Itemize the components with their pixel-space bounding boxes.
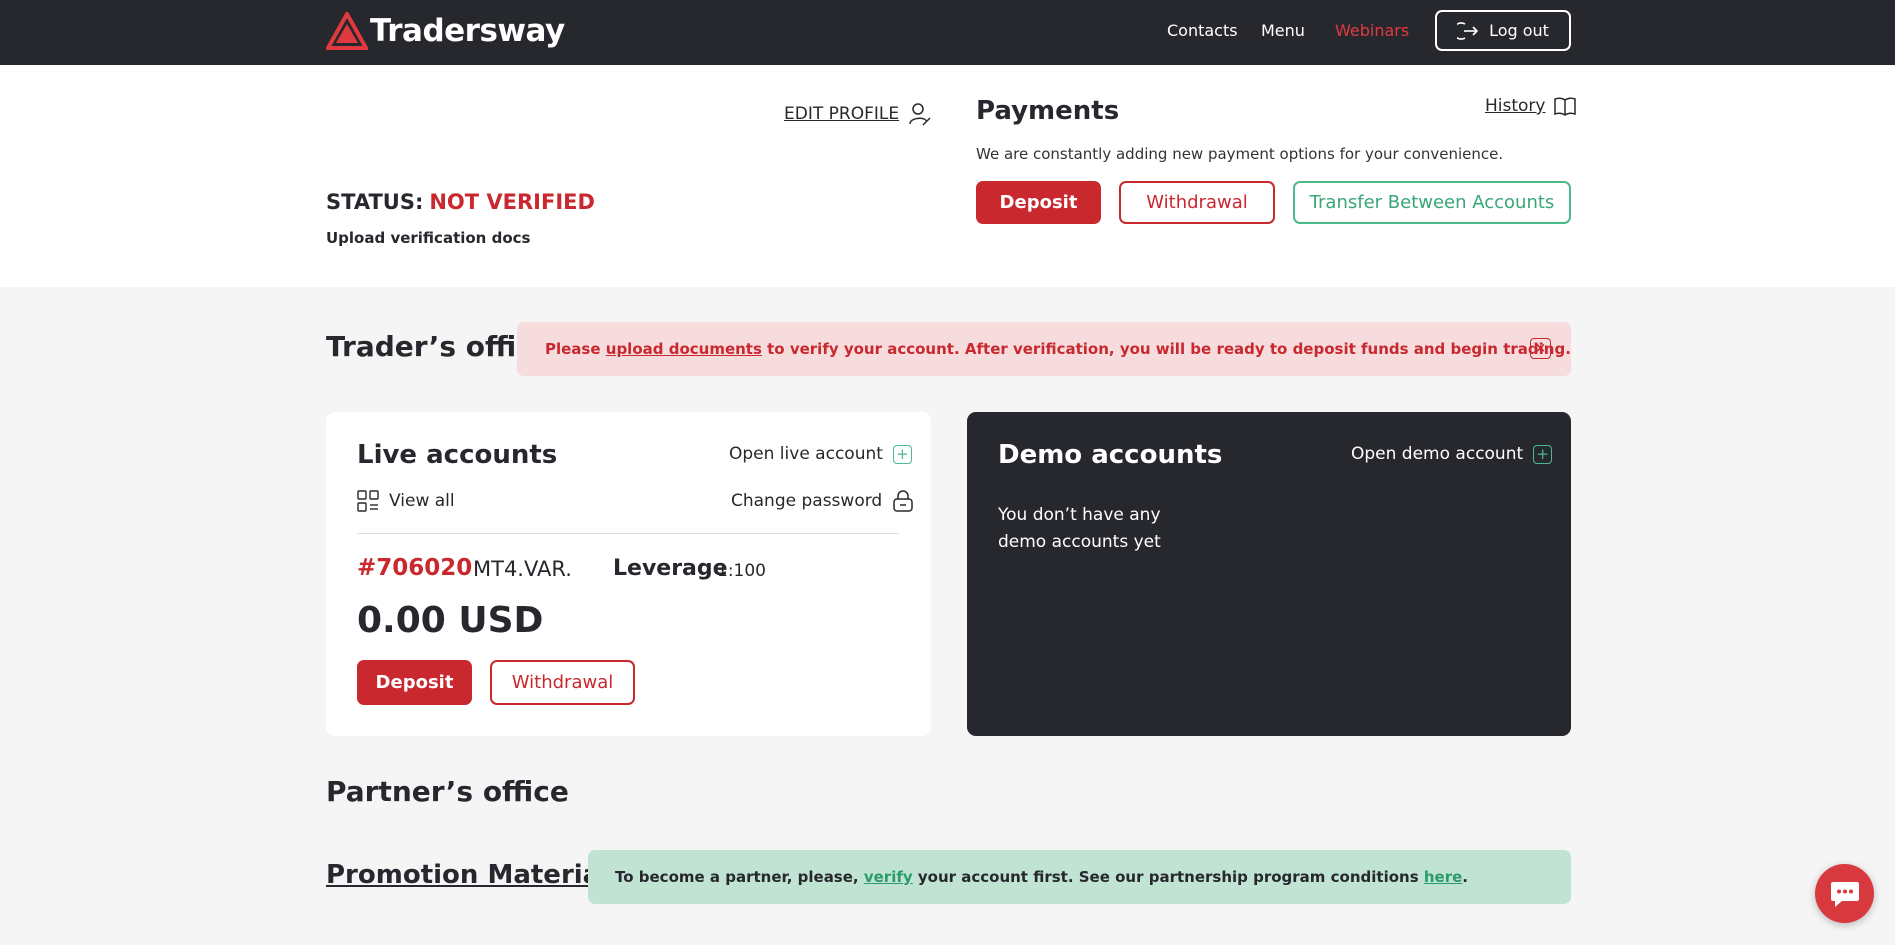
lock-icon xyxy=(893,490,913,512)
view-all-label: View all xyxy=(389,491,455,511)
logo-text: Tradersway xyxy=(370,13,565,49)
view-all-link[interactable]: View all xyxy=(357,490,455,512)
status-label: STATUS: xyxy=(326,190,424,214)
top-header: Tradersway Contacts Menu Webinars Log ou… xyxy=(0,0,1895,65)
book-icon xyxy=(1554,97,1577,116)
account-deposit-button[interactable]: Deposit xyxy=(357,660,472,705)
status-value: NOT VERIFIED xyxy=(429,190,595,214)
leverage-label: Leverage xyxy=(613,556,728,581)
change-password-label: Change password xyxy=(731,491,883,511)
nav-contacts[interactable]: Contacts xyxy=(1167,21,1238,40)
card-divider xyxy=(357,533,899,534)
upload-documents-link[interactable]: upload documents xyxy=(606,340,762,358)
demo-accounts-card: Demo accounts Open demo account + You do… xyxy=(967,412,1571,736)
transfer-between-accounts-button[interactable]: Transfer Between Accounts xyxy=(1293,181,1571,224)
account-type: MT4.VAR. xyxy=(473,557,572,581)
edit-profile-link[interactable]: EDIT PROFILE xyxy=(784,102,931,126)
demo-empty-message: You don’t have any demo accounts yet xyxy=(998,505,1161,552)
partner-alert-text: To become a partner, please, verify your… xyxy=(615,868,1468,886)
payments-withdrawal-button[interactable]: Withdrawal xyxy=(1119,181,1275,224)
open-demo-account-link[interactable]: Open demo account + xyxy=(1351,444,1553,464)
alert-text: Please upload documents to verify your a… xyxy=(545,340,1571,358)
partner-alert: To become a partner, please, verify your… xyxy=(588,850,1571,904)
brand-logo[interactable]: Tradersway xyxy=(326,12,565,50)
history-link[interactable]: History xyxy=(1485,96,1577,116)
upload-docs-link[interactable]: Upload verification docs xyxy=(326,229,530,247)
edit-profile-label: EDIT PROFILE xyxy=(784,104,900,124)
demo-accounts-title: Demo accounts xyxy=(998,440,1223,470)
payments-title: Payments xyxy=(976,96,1120,126)
promotion-materials-link[interactable]: Promotion Materials xyxy=(326,860,625,890)
grid-icon xyxy=(357,490,379,512)
plus-icon: + xyxy=(892,444,912,464)
partners-office-title: Partner’s office xyxy=(326,775,569,808)
plus-icon: + xyxy=(1533,444,1553,464)
chat-button[interactable] xyxy=(1815,864,1874,923)
logo-triangle-icon xyxy=(326,12,368,50)
close-icon[interactable]: × xyxy=(1530,338,1551,359)
logout-label: Log out xyxy=(1489,21,1549,40)
payments-description: We are constantly adding new payment opt… xyxy=(976,145,1504,163)
account-withdrawal-button[interactable]: Withdrawal xyxy=(490,660,635,705)
nav-menu[interactable]: Menu xyxy=(1261,21,1305,40)
change-password-link[interactable]: Change password xyxy=(731,490,914,512)
account-balance: 0.00 USD xyxy=(357,600,544,641)
verification-status: STATUS: NOT VERIFIED xyxy=(326,190,595,214)
here-link[interactable]: here xyxy=(1424,868,1462,886)
chat-bubble-icon xyxy=(1830,881,1859,907)
profile-payments-band xyxy=(0,65,1895,287)
payments-deposit-button[interactable]: Deposit xyxy=(976,181,1101,224)
nav-webinars[interactable]: Webinars xyxy=(1335,21,1409,40)
history-label: History xyxy=(1485,96,1546,116)
account-number[interactable]: #706020 xyxy=(357,555,472,581)
open-live-account-label: Open live account xyxy=(729,444,883,464)
live-accounts-title: Live accounts xyxy=(357,440,558,470)
logout-icon xyxy=(1457,21,1479,40)
live-accounts-card: Live accounts Open live account + View a… xyxy=(326,412,931,736)
verify-alert: Please upload documents to verify your a… xyxy=(517,322,1571,376)
verify-link[interactable]: verify xyxy=(864,868,913,886)
logout-button[interactable]: Log out xyxy=(1435,10,1571,51)
leverage-value: 1:100 xyxy=(717,561,766,581)
open-live-account-link[interactable]: Open live account + xyxy=(729,444,912,464)
user-edit-icon xyxy=(909,103,931,126)
open-demo-account-label: Open demo account xyxy=(1351,444,1524,464)
